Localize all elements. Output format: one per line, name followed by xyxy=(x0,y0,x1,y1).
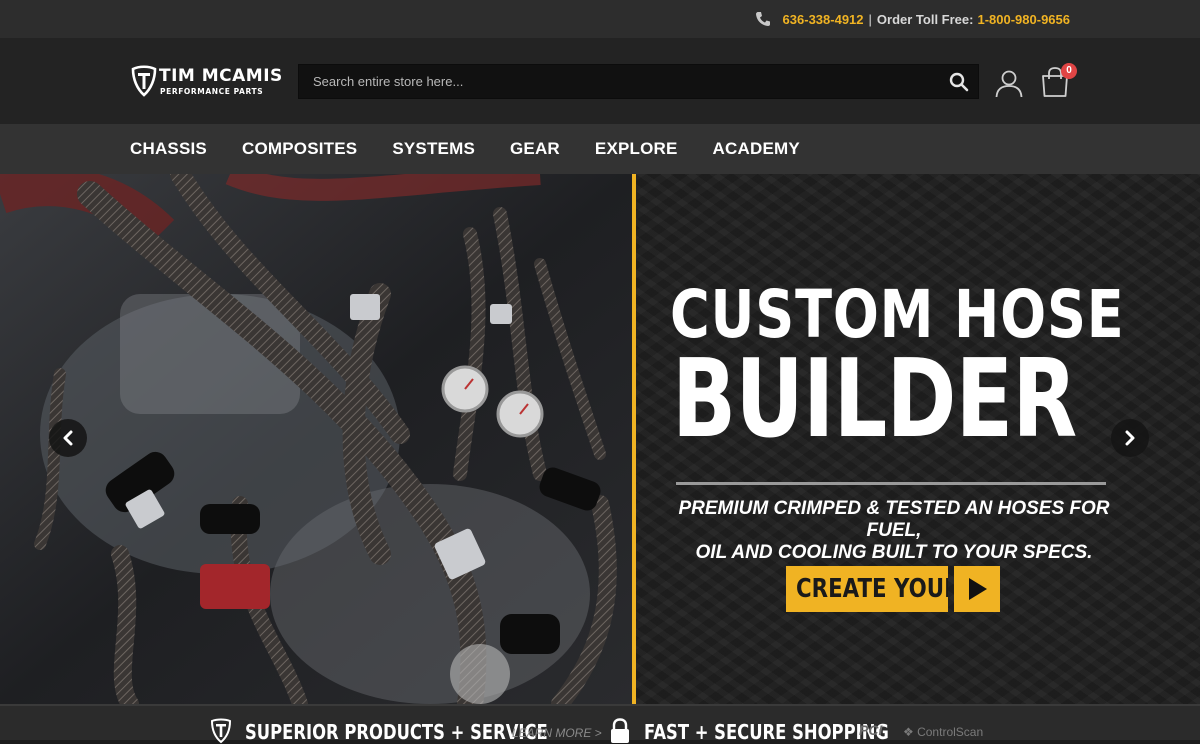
nav-item-composites[interactable]: COMPOSITES xyxy=(242,139,357,159)
user-icon[interactable] xyxy=(994,68,1024,98)
logo-mark-icon xyxy=(131,65,157,97)
nav-item-chassis[interactable]: CHASSIS xyxy=(130,139,207,159)
nav-item-explore[interactable]: EXPLORE xyxy=(595,139,678,159)
toll-free-label: Order Toll Free: xyxy=(876,11,974,27)
play-icon-box xyxy=(954,566,1000,612)
phone-number-link[interactable]: 636-338-4912 xyxy=(783,12,864,27)
logo[interactable]: TIM MCAMIS PERFORMANCE PARTS xyxy=(129,65,289,99)
search-icon[interactable] xyxy=(948,71,970,93)
benefits-strip: SUPERIOR PRODUCTS + SERVICE LEARN MORE >… xyxy=(0,704,1200,744)
hero-heading-line2: BUILDER xyxy=(672,337,1077,462)
site-header: TIM MCAMIS PERFORMANCE PARTS 0 xyxy=(0,38,1200,124)
logo-name: TIM MCAMIS xyxy=(159,66,283,86)
engine-hose-photo xyxy=(0,174,632,704)
top-bar: 636-338-4912 | Order Toll Free: 1-800-98… xyxy=(0,0,1200,38)
slider-prev-button[interactable] xyxy=(49,419,87,457)
main-nav: CHASSIS COMPOSITES SYSTEMS GEAR EXPLORE … xyxy=(0,124,1200,174)
shield-logo-icon xyxy=(210,718,232,744)
create-yours-button[interactable]: CREATE YOURS xyxy=(786,566,1000,612)
lock-icon xyxy=(611,718,629,743)
pci-logo: PCI xyxy=(859,722,883,738)
phone-icon xyxy=(755,12,770,26)
nav-item-academy[interactable]: ACADEMY xyxy=(713,139,800,159)
cta-label: CREATE YOURS xyxy=(796,574,948,604)
hero-tagline-line1: PREMIUM CRIMPED & TESTED AN HOSES FOR FU… xyxy=(678,498,1110,541)
secure-shopping-badge: FAST + SECURE SHOPPING xyxy=(644,720,889,744)
search-input[interactable] xyxy=(299,65,929,98)
search-bar xyxy=(298,64,979,99)
superior-products-badge: SUPERIOR PRODUCTS + SERVICE xyxy=(245,720,548,744)
hero-tagline: PREMIUM CRIMPED & TESTED AN HOSES FOR FU… xyxy=(672,498,1116,564)
hero-rule xyxy=(676,482,1106,485)
chevron-right-icon xyxy=(1125,430,1135,446)
controlscan-logo: ❖ ControlScan xyxy=(903,725,984,739)
learn-more-link[interactable]: LEARN MORE > xyxy=(512,726,602,740)
cart-count-badge: 0 xyxy=(1061,63,1077,79)
hero-tagline-line2: OIL AND COOLING BUILT TO YOUR SPECS. xyxy=(695,542,1093,563)
cart-button[interactable]: 0 xyxy=(1040,63,1080,101)
controlscan-text: ControlScan xyxy=(917,725,984,739)
toll-free-number-link[interactable]: 1-800-980-9656 xyxy=(977,12,1070,27)
play-icon xyxy=(969,578,987,600)
contact-info: 636-338-4912 | Order Toll Free: 1-800-98… xyxy=(755,0,1070,38)
chevron-left-icon xyxy=(63,430,73,446)
nav-item-systems[interactable]: SYSTEMS xyxy=(392,139,475,159)
cta-label-box: CREATE YOURS xyxy=(786,566,948,612)
separator: | xyxy=(868,11,872,27)
slider-next-button[interactable] xyxy=(1111,419,1149,457)
nav-item-gear[interactable]: GEAR xyxy=(510,139,560,159)
logo-subtitle: PERFORMANCE PARTS xyxy=(160,87,264,96)
hero-slider: CUSTOM HOSE BUILDER PREMIUM CRIMPED & TE… xyxy=(0,174,1200,704)
